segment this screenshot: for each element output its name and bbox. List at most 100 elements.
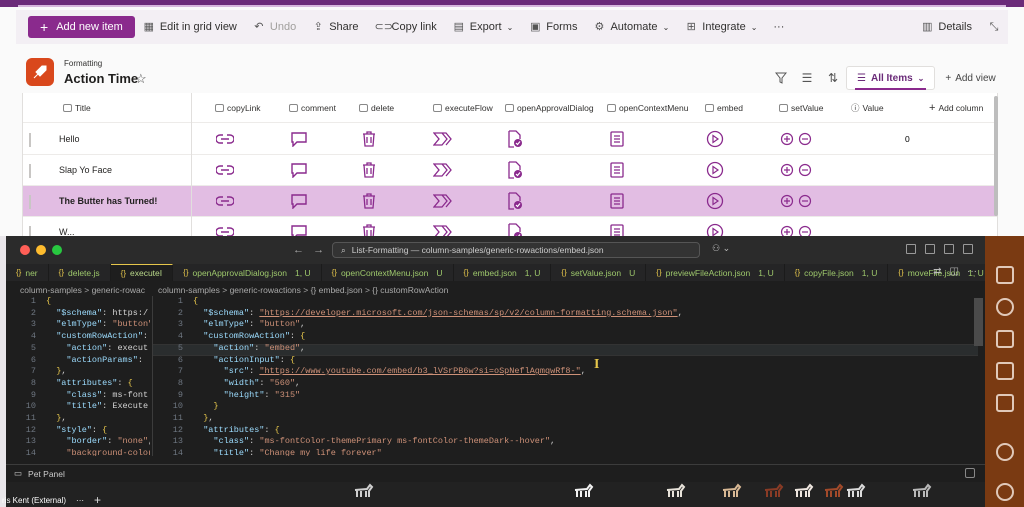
column-header-value[interactable]: ⓘ Value <box>851 93 884 122</box>
copy-link-button[interactable]: ⊂⊃ Copy link <box>367 13 445 41</box>
context-menu-icon[interactable] <box>607 191 627 211</box>
code-line[interactable]: "actionParams": <box>46 355 148 367</box>
comment-icon[interactable] <box>289 129 309 149</box>
layout-custom-icon[interactable] <box>963 244 973 254</box>
approval-icon[interactable] <box>505 191 525 211</box>
editor-tab[interactable]: {} delete.js <box>49 264 111 281</box>
embed-play-icon[interactable] <box>705 191 725 211</box>
row-selector[interactable] <box>29 133 31 147</box>
code-line[interactable]: "elmType": "button", <box>193 319 305 331</box>
context-menu-icon[interactable] <box>607 160 627 180</box>
editor-pane-left[interactable]: 1 {2 "$schema": https:/ 3 "elmType": "butt… <box>6 296 150 456</box>
editor-tab[interactable]: {} executeI <box>110 264 174 281</box>
code-line[interactable]: "class": ms-font <box>46 390 148 402</box>
code-line[interactable]: "customRowAction": - <box>46 331 150 343</box>
set-value-icon[interactable] <box>779 129 815 149</box>
editor-tab[interactable]: {} copyFile.json 1, U <box>785 264 889 281</box>
comment-icon[interactable] <box>289 160 309 180</box>
code-line[interactable]: "action": "embed", <box>193 343 305 355</box>
execute-flow-icon[interactable] <box>433 191 453 211</box>
column-header-comment[interactable]: comment <box>289 93 336 122</box>
code-line[interactable]: "title": "Change my life forever" <box>193 448 381 456</box>
minimize-window-button[interactable] <box>36 245 46 255</box>
editor-tab[interactable]: {} embed.json 1, U <box>454 264 552 281</box>
row-title[interactable]: Slap Yo Face <box>59 155 112 185</box>
code-line[interactable]: "background-color" <box>46 448 150 456</box>
pet-horse-icon[interactable] <box>762 482 784 498</box>
table-row[interactable]: W... <box>23 217 997 236</box>
command-center[interactable]: ⌕ List-Formatting — column-samples/gener… <box>332 242 700 258</box>
pet-horse-icon[interactable] <box>664 482 686 498</box>
delete-icon[interactable] <box>359 129 379 149</box>
add-participant-button[interactable]: + <box>94 493 101 507</box>
code-line[interactable]: } <box>193 401 218 413</box>
pet-horse-icon[interactable] <box>572 482 594 498</box>
search-icon[interactable] <box>995 298 1014 316</box>
sort-icon[interactable]: ⇅ <box>820 67 846 89</box>
files-icon[interactable] <box>995 266 1014 284</box>
code-line[interactable]: "height": "315" <box>193 390 301 402</box>
execute-flow-icon[interactable] <box>433 222 453 236</box>
share-button[interactable]: ⇪ Share <box>304 13 366 41</box>
delete-icon[interactable] <box>359 160 379 180</box>
table-row[interactable]: The Butter has Turned! <box>23 186 997 217</box>
copilot-icon[interactable]: ⚇ ⌄ <box>712 243 730 254</box>
set-value-icon[interactable] <box>779 191 815 211</box>
extensions-icon[interactable] <box>995 330 1014 348</box>
pet-horse-icon[interactable] <box>352 482 374 498</box>
pet-horse-icon[interactable] <box>792 482 814 498</box>
code-line[interactable]: "style": { <box>46 425 107 437</box>
collapse-button[interactable]: ⤡ <box>980 13 1008 41</box>
layout-secondary-icon[interactable] <box>944 244 954 254</box>
editor-pane-right[interactable]: 1 {2 "$schema": "https://developer.micros… <box>152 296 978 456</box>
pet-horse-icon[interactable] <box>720 482 742 498</box>
column-header-openapprovaldialog[interactable]: openApprovalDialog <box>505 93 594 122</box>
column-header-title[interactable]: Title <box>63 93 91 122</box>
nav-arrows[interactable]: ← → <box>293 244 324 256</box>
editor-tab[interactable]: {} previewFileAction.json 1, U <box>646 264 785 281</box>
approval-icon[interactable] <box>505 160 525 180</box>
pet-horse-icon[interactable] <box>844 482 866 498</box>
grid-scrollbar[interactable] <box>994 96 998 216</box>
embed-play-icon[interactable] <box>705 160 725 180</box>
row-selector[interactable] <box>29 226 31 236</box>
row-selector[interactable] <box>29 195 31 209</box>
edge-icon[interactable] <box>995 394 1014 412</box>
package-icon[interactable] <box>995 362 1014 380</box>
filter-icon[interactable] <box>768 67 794 89</box>
automate-button[interactable]: ⚙ Automate ⌄ <box>585 13 677 41</box>
add-new-item-button[interactable]: + Add new item <box>28 16 135 38</box>
breadcrumb-left[interactable]: column-samples > generic-rowac <box>20 285 145 295</box>
code-line[interactable]: }, <box>46 413 66 425</box>
panel-checkbox[interactable] <box>965 468 975 478</box>
copy-link-icon[interactable] <box>215 129 235 149</box>
table-row[interactable]: Slap Yo Face <box>23 155 997 186</box>
copy-link-icon[interactable] <box>215 160 235 180</box>
editor-tab[interactable]: {} ner <box>6 264 49 281</box>
row-title[interactable]: W... <box>59 217 75 236</box>
approval-icon[interactable] <box>505 129 525 149</box>
embed-play-icon[interactable] <box>705 222 725 236</box>
undo-button[interactable]: ↶ Undo <box>245 13 304 41</box>
integrate-button[interactable]: ⊞ Integrate ⌄ <box>677 13 765 41</box>
breadcrumb-right[interactable]: column-samples > generic-rowactions > {}… <box>158 285 448 295</box>
editor-tab[interactable]: {} setValue.json U <box>551 264 647 281</box>
code-line[interactable]: "border": "none", <box>46 436 150 448</box>
row-title[interactable]: Hello <box>59 124 80 154</box>
code-line[interactable]: "customRowAction": { <box>193 331 305 343</box>
settings-gear-icon[interactable] <box>995 483 1014 501</box>
account-icon[interactable] <box>995 443 1014 461</box>
compare-icon[interactable]: ⇄ <box>933 266 941 277</box>
code-line[interactable]: "attributes": { <box>46 378 133 390</box>
export-button[interactable]: ▤ Export ⌄ <box>445 13 522 41</box>
layout-sidebar-icon[interactable] <box>906 244 916 254</box>
code-line[interactable]: "$schema": "https://developer.microsoft.… <box>193 308 683 320</box>
comment-icon[interactable] <box>289 222 309 236</box>
column-header-delete[interactable]: delete <box>359 93 394 122</box>
details-button[interactable]: ▥ Details <box>913 13 980 41</box>
embed-play-icon[interactable] <box>705 129 725 149</box>
copy-link-icon[interactable] <box>215 222 235 236</box>
comment-icon[interactable] <box>289 191 309 211</box>
execute-flow-icon[interactable] <box>433 129 453 149</box>
more-actions-icon[interactable]: ··· <box>967 266 977 277</box>
